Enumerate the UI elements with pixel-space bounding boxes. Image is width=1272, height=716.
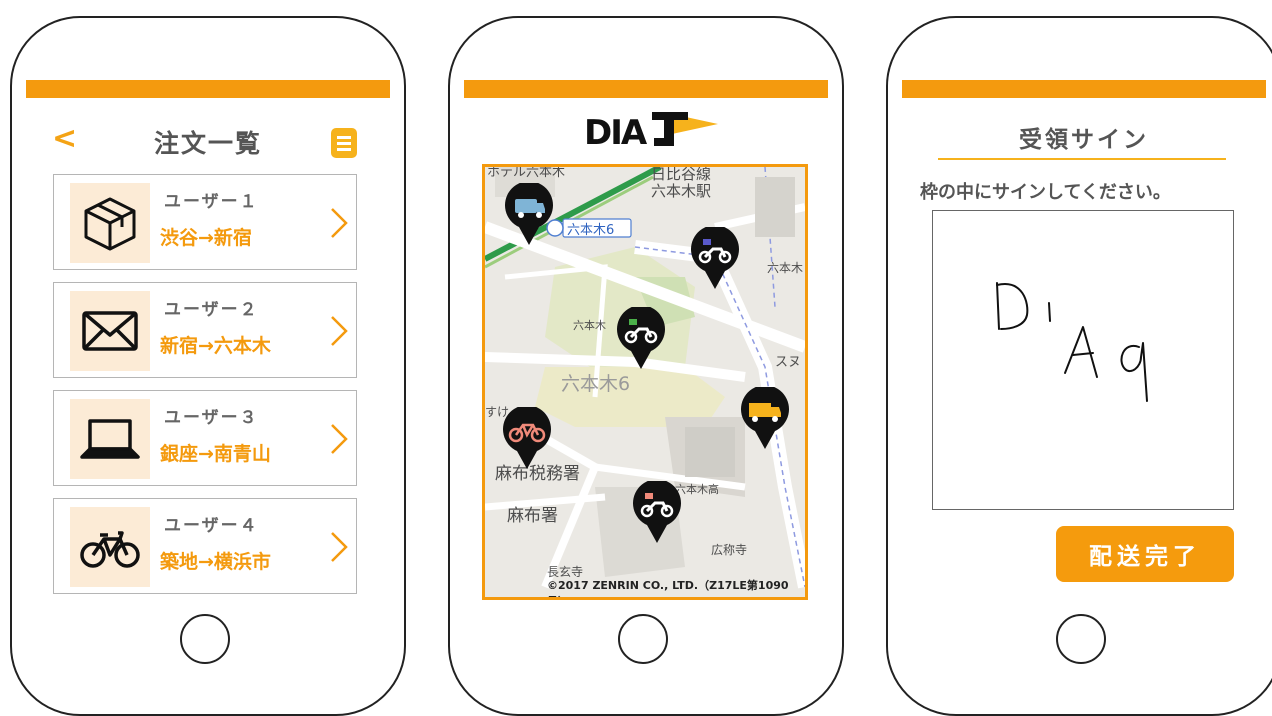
order-card-2[interactable]: ユーザー２ 新宿→六本木 <box>53 282 357 378</box>
map-label-partial-right: スヌ <box>775 355 802 370</box>
chevron-right-icon[interactable] <box>324 311 354 351</box>
map-copyright: ©2017 ZENRIN CO., LTD.（Z17LE第1090号） <box>547 579 789 597</box>
order-route: 銀座→南青山 <box>160 443 271 465</box>
signature-pad[interactable] <box>932 210 1234 510</box>
map-label-district: 六本木6 <box>561 373 631 395</box>
phone-map: DIA ホテル六本木 日比谷線 六本木駅 六本木6 六本木 六本木6 スヌ すけ… <box>448 16 844 716</box>
order-card-4[interactable]: ユーザー４ 築地→横浜市 <box>53 498 357 594</box>
phone-order-list: < 注文一覧 ユーザー１ 渋谷→新宿 ユーザー２ 新宿→六本木 ユーザー３ 銀座… <box>10 16 406 716</box>
chevron-right-icon[interactable] <box>324 527 354 567</box>
signature-strokes <box>996 282 1148 402</box>
delivery-complete-button[interactable]: 配送完了 <box>1056 526 1234 582</box>
map-label-bus-stop: 六本木6 <box>567 223 615 238</box>
home-button[interactable] <box>1056 614 1106 664</box>
order-route: 築地→横浜市 <box>160 551 271 573</box>
motorbike-pin[interactable] <box>689 227 741 291</box>
map-label-hills: 六本木ヒルズ <box>573 319 607 332</box>
page-title: 受領サイン <box>1019 127 1149 153</box>
truck-pin[interactable] <box>739 387 791 451</box>
order-user: ユーザー２ <box>164 300 259 320</box>
order-card-3[interactable]: ユーザー３ 銀座→南青山 <box>53 390 357 486</box>
chevron-right-icon[interactable] <box>324 419 354 459</box>
map-label-temple: 広称寺 <box>711 543 748 557</box>
title-underline <box>938 158 1226 160</box>
signature-screen: 受領サイン 枠の中にサインしてください。 配送完了 <box>902 80 1266 606</box>
menu-icon[interactable] <box>331 128 357 158</box>
map-label-station: 六本木駅 <box>651 182 712 200</box>
order-route: 新宿→六本木 <box>160 335 271 357</box>
bicycle-icon <box>70 507 150 587</box>
order-route: 渋谷→新宿 <box>160 227 252 249</box>
home-button[interactable] <box>180 614 230 664</box>
van-pin[interactable] <box>503 183 555 247</box>
order-user: ユーザー４ <box>164 516 259 536</box>
diaq-logo: DIA <box>584 112 718 153</box>
map-label-school-top: 六本木 <box>767 261 804 275</box>
motorbike-pin[interactable] <box>631 481 683 545</box>
order-user: ユーザー３ <box>164 408 259 428</box>
status-bar <box>902 80 1266 98</box>
signature-instruction: 枠の中にサインしてください。 <box>920 182 1171 203</box>
phone-signature: 受領サイン 枠の中にサインしてください。 配送完了 <box>886 16 1272 716</box>
chevron-right-icon[interactable] <box>324 203 354 243</box>
bicycle-pin[interactable] <box>501 407 553 471</box>
order-user: ユーザー１ <box>164 192 259 212</box>
map-label-hotel: ホテル六本木 <box>487 165 566 180</box>
map-label-police: 麻布署 <box>507 506 558 526</box>
order-list-screen: < 注文一覧 ユーザー１ 渋谷→新宿 ユーザー２ 新宿→六本木 ユーザー３ 銀座… <box>26 80 390 606</box>
map-screen: DIA ホテル六本木 日比谷線 六本木駅 六本木6 六本木 六本木6 スヌ すけ… <box>464 80 828 606</box>
status-bar <box>26 80 390 98</box>
package-icon <box>70 183 150 263</box>
motorbike-pin[interactable] <box>615 307 667 371</box>
home-button[interactable] <box>618 614 668 664</box>
map-view[interactable]: ホテル六本木 日比谷線 六本木駅 六本木6 六本木ヒルズ 六本木6 スヌ すけ … <box>482 164 808 600</box>
laptop-icon <box>70 399 150 479</box>
order-card-1[interactable]: ユーザー１ 渋谷→新宿 <box>53 174 357 270</box>
envelope-icon <box>70 291 150 371</box>
status-bar <box>464 80 828 98</box>
svg-text:DIA: DIA <box>584 113 648 153</box>
